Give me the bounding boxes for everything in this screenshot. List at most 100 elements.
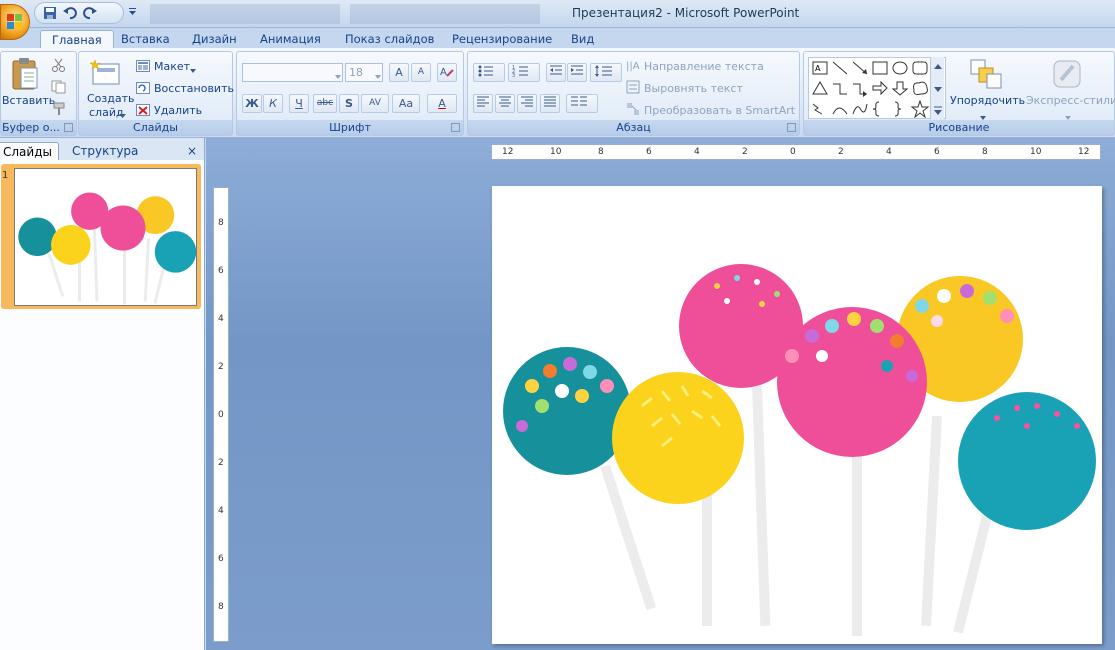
slide-number: 1 [2,170,9,181]
vruler-label: 6 [218,554,224,564]
vruler-label: 8 [218,602,224,612]
layout-dropdown-icon[interactable] [190,64,197,77]
font-name-dropdown-icon[interactable] [335,70,342,83]
text-direction-icon: ||A [626,57,640,76]
strikethrough-button[interactable]: abc [313,94,337,113]
tab-design[interactable]: Дизайн [192,30,237,48]
new-slide-icon[interactable] [89,58,121,88]
slide-thumbnail[interactable] [14,168,197,306]
slides-group-label: Слайды [79,120,232,135]
shadow-button[interactable]: S [339,94,359,113]
paragraph-launcher-icon[interactable] [787,123,796,132]
font-launcher-icon[interactable] [451,123,460,132]
convert-smartart-button[interactable]: Преобразовать в SmartArt [644,104,795,117]
format-painter-icon[interactable] [51,102,67,119]
quick-styles-button[interactable]: Экспресс-стили [1026,94,1115,107]
tab-home[interactable]: Главная [40,30,114,48]
slides-pane-tabs: Слайды Структура × [0,140,205,162]
horizontal-ruler: 12 10 8 6 4 2 0 2 4 6 8 10 12 [491,144,1101,160]
hruler-label: 8 [982,147,988,157]
paste-icon[interactable] [11,57,41,91]
drawing-group: A Упорядочить Экспресс-стили Рисование [803,51,1115,136]
align-text-button[interactable]: Выровнять текст [644,82,743,95]
reset-button[interactable]: Восстановить [154,82,234,95]
hruler-label: 4 [694,147,700,157]
grow-font-button[interactable]: A [389,63,409,82]
shapes-gallery-icons: A [812,61,930,119]
font-group-label: Шрифт [237,120,463,135]
columns-icon[interactable] [566,94,598,113]
slide-canvas[interactable] [492,186,1102,644]
hruler-label: 6 [646,147,652,157]
title-bar: Презентация2 - Microsoft PowerPoint [0,0,1115,28]
align-center-icon[interactable] [495,94,515,113]
hruler-label: 8 [598,147,604,157]
align-right-icon[interactable] [517,94,537,113]
tab-review[interactable]: Рецензирование [452,30,552,48]
change-case-button[interactable]: Aa [392,94,420,113]
underline-button[interactable]: Ч [289,94,309,113]
char-spacing-button[interactable]: AV [361,94,389,113]
bullets-icon[interactable] [473,63,505,82]
office-logo-icon [7,14,23,30]
justify-icon[interactable] [540,94,560,113]
bold-button[interactable]: Ж [242,94,262,113]
shrink-font-button[interactable]: A [411,63,431,82]
tab-slideshow[interactable]: Показ слайдов [345,30,434,48]
paste-button[interactable]: Вставить [2,94,55,107]
arrange-icon[interactable] [969,58,1003,90]
line-spacing-icon[interactable] [590,63,622,82]
drawing-group-label: Рисование [804,120,1114,135]
cut-icon[interactable] [51,58,67,75]
clipboard-group: Вставить Буфер о... [0,51,77,136]
clear-formatting-icon[interactable]: A [437,63,457,82]
font-size-dropdown-icon[interactable] [375,70,382,83]
decrease-indent-icon[interactable] [546,63,566,82]
layout-icon [136,60,150,75]
hruler-label: 4 [886,147,892,157]
new-slide-label-1[interactable]: Создать [87,92,135,105]
shapes-gallery-scroll[interactable] [930,57,944,119]
svg-text:A: A [440,67,447,78]
tab-slides[interactable]: Слайды [0,142,59,162]
copy-icon[interactable] [51,80,67,97]
italic-button[interactable]: К [263,94,283,113]
delete-button[interactable]: Удалить [154,104,202,117]
tab-animation[interactable]: Анимация [260,30,321,48]
lollipops-picture[interactable] [492,186,1102,644]
layout-button[interactable]: Макет [154,60,190,73]
tab-insert[interactable]: Вставка [121,30,170,48]
redo-icon[interactable] [83,6,97,20]
hruler-label: 6 [934,147,940,157]
thumbnail-image [15,169,196,305]
shapes-gallery[interactable]: A [808,57,946,119]
close-pane-icon[interactable]: × [187,144,197,158]
ribbon: Вставить Буфер о... Создать слайд Макет [0,48,1115,138]
tab-outline[interactable]: Структура [66,142,144,162]
undo-icon[interactable] [63,6,77,20]
hruler-label: 12 [1078,147,1090,157]
numbering-icon[interactable]: 123 [508,63,540,82]
paragraph-group: 123 ||A Направление текста Выровнять тек… [467,51,800,136]
tab-view[interactable]: Вид [571,30,594,48]
increase-indent-icon[interactable] [567,63,587,82]
window-title: Презентация2 - Microsoft PowerPoint [572,6,800,20]
vruler-label: 4 [218,506,224,516]
arrange-button[interactable]: Упорядочить [950,94,1025,107]
slides-pane: Слайды Структура × 1 [0,138,205,650]
clipboard-launcher-icon[interactable] [64,123,73,132]
quick-styles-icon[interactable] [1051,58,1085,90]
text-direction-button[interactable]: Направление текста [644,60,764,73]
vruler-label: 2 [218,458,224,468]
slides-group: Создать слайд Макет Восстановить Удалить… [78,51,234,136]
vruler-label: 0 [218,410,224,420]
svg-text:||A: ||A [626,61,640,72]
font-color-button[interactable]: A [427,94,457,113]
vertical-ruler: 8 6 4 2 0 2 4 6 8 [213,187,229,642]
font-name-combo[interactable] [242,63,343,82]
save-icon[interactable] [43,6,57,20]
customize-qat-icon[interactable] [128,7,138,17]
paragraph-group-label: Абзац [468,120,799,135]
align-left-icon[interactable] [473,94,493,113]
ribbon-tabs: Главная Вставка Дизайн Анимация Показ сл… [0,28,1115,48]
